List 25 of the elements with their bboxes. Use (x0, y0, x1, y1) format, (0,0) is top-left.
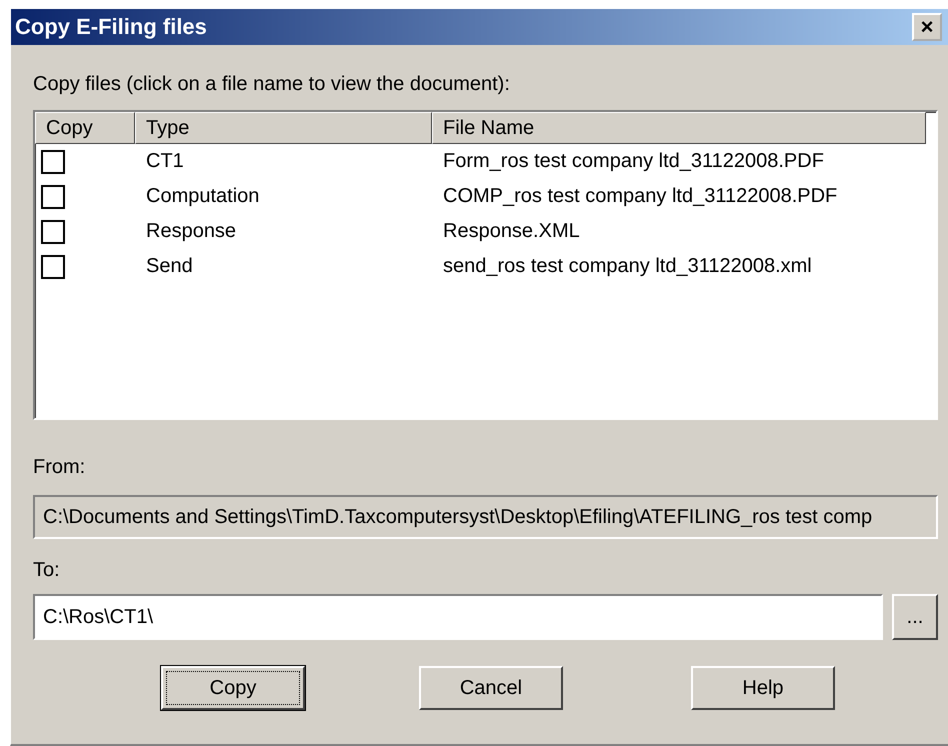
column-header[interactable]: Type (135, 112, 432, 144)
window-title: Copy E-Filing files (15, 14, 207, 40)
column-header[interactable]: Copy (35, 112, 135, 144)
to-label: To: (33, 559, 61, 582)
table-cell-text: Send (145, 255, 194, 278)
dialog-button[interactable]: Cancel (419, 666, 563, 710)
column-header[interactable]: File Name (432, 112, 926, 144)
dialog-button[interactable]: Help (691, 666, 835, 710)
table-cell-text: Computation (145, 185, 260, 208)
from-label: From: (33, 456, 86, 479)
table-cell-text: Response (145, 220, 238, 243)
file-name-link[interactable]: COMP_ros test company ltd_31122008.PDF (432, 185, 927, 208)
checkbox[interactable] (41, 184, 65, 208)
close-button[interactable]: × (912, 13, 942, 41)
file-name-link[interactable]: Form_ros test company ltd_31122008.PDF (432, 150, 927, 173)
dialog-button[interactable]: Copy (161, 666, 305, 710)
checkbox[interactable] (41, 220, 65, 244)
to-field[interactable]: C:\Ros\CT1\ (33, 594, 883, 640)
browse-button[interactable]: ... (892, 594, 938, 640)
checkbox[interactable] (41, 150, 65, 174)
file-name-link[interactable]: Response.XML (432, 220, 927, 243)
file-name-link[interactable]: send_ros test company ltd_31122008.xml (432, 255, 927, 278)
checkbox[interactable] (41, 254, 65, 278)
instruction-label: Copy files (click on a file name to view the document): (33, 73, 511, 96)
table-cell-text: CT1 (145, 150, 185, 173)
